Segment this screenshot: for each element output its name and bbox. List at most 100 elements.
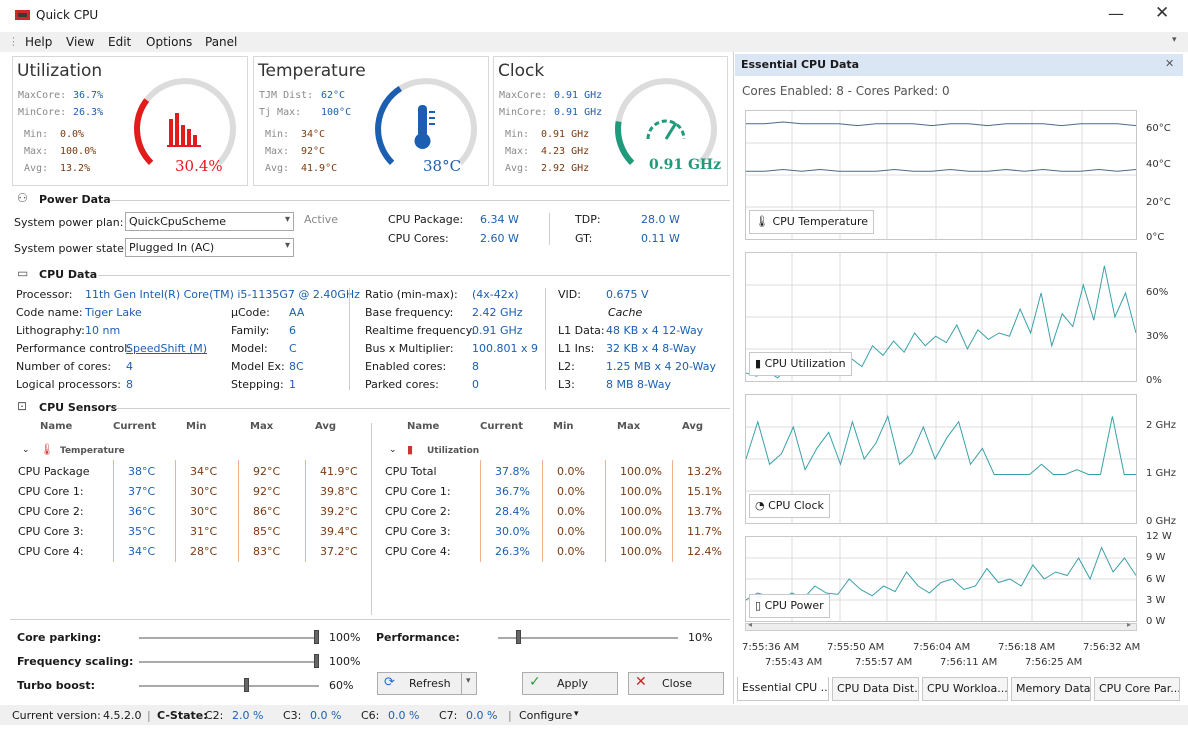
- column-header[interactable]: Min: [186, 421, 207, 432]
- chevron-down-icon[interactable]: ▾: [574, 709, 579, 719]
- utilization-title: Utilization: [17, 61, 103, 81]
- column-header[interactable]: Avg: [315, 421, 336, 432]
- sensor-name: CPU Core 2:: [18, 505, 84, 518]
- base-frequency-label: Base frequency:: [365, 306, 454, 319]
- column-separator: [542, 460, 543, 562]
- tdp-label: TDP:: [575, 213, 601, 226]
- column-header[interactable]: Current: [113, 421, 156, 432]
- frequency-scaling-slider[interactable]: [139, 661, 319, 663]
- menu-view[interactable]: View: [66, 35, 94, 49]
- group-label: Temperature: [60, 446, 125, 456]
- ucode-value: AA: [289, 306, 305, 319]
- column-separator: [605, 460, 606, 562]
- menu-options[interactable]: Options: [146, 35, 192, 49]
- column-header[interactable]: Avg: [682, 421, 703, 432]
- column-header[interactable]: Current: [480, 421, 523, 432]
- model-ex-label: Model Ex:: [231, 360, 285, 373]
- divider: [10, 619, 730, 620]
- panel-tab[interactable]: Essential CPU ...: [737, 677, 829, 701]
- sensor-value: 100.0%: [620, 525, 662, 538]
- menu-help[interactable]: Help: [25, 35, 52, 49]
- column-header[interactable]: Min: [553, 421, 574, 432]
- panel-tab[interactable]: CPU Workloa...: [922, 677, 1008, 701]
- core-parking-slider[interactable]: [139, 637, 319, 639]
- turbo-boost-slider[interactable]: [139, 685, 319, 687]
- column-separator: [480, 460, 481, 562]
- axis-tick-label: 0%: [1146, 375, 1162, 386]
- mincore-value: 26.3%: [73, 107, 104, 118]
- clock-graph-title: CPU Clock: [768, 499, 824, 512]
- axis-tick-label: 1 GHz: [1146, 468, 1177, 479]
- power-graph-title: CPU Power: [764, 599, 824, 612]
- axis-tick-label: 60°C: [1146, 123, 1171, 134]
- menu-panel[interactable]: Panel: [205, 35, 237, 49]
- turbo-boost-thumb[interactable]: [244, 678, 249, 692]
- column-header[interactable]: Name: [40, 421, 72, 432]
- column-header[interactable]: Max: [617, 421, 640, 432]
- scroll-left-icon[interactable]: ◂: [748, 620, 752, 629]
- column-separator: [113, 460, 114, 562]
- close-window-icon[interactable]: ✕: [1155, 3, 1169, 23]
- min-label: Min:: [265, 129, 290, 140]
- column-separator: [238, 460, 239, 562]
- realtime-frequency-value: 0.91 GHz: [472, 324, 523, 337]
- model-ex-value: 8C: [289, 360, 304, 373]
- performance-thumb[interactable]: [515, 630, 521, 644]
- performance-control-label: Performance control:: [16, 342, 132, 355]
- close-button[interactable]: ✕ Close: [628, 672, 724, 695]
- panel-tab[interactable]: CPU Core Par...: [1094, 677, 1180, 701]
- power-plan-select[interactable]: QuickCpuScheme: [125, 212, 294, 231]
- utilization-graph: ▮ CPU Utilization: [745, 252, 1137, 382]
- ratio-label: Ratio (min-max):: [365, 288, 458, 301]
- min-label: Min:: [505, 129, 530, 140]
- column-header[interactable]: Name: [407, 421, 439, 432]
- scroll-right-icon[interactable]: ▸: [1127, 620, 1131, 629]
- refresh-button[interactable]: ⟳ Refresh ▾: [377, 672, 477, 695]
- version-label: Current version:: [12, 709, 101, 722]
- panel-splitter[interactable]: [733, 52, 734, 704]
- performance-slider[interactable]: [498, 637, 678, 639]
- tjm-value: 62°C: [321, 90, 346, 101]
- bar-chart-icon: ▮: [755, 357, 762, 370]
- sensor-value: 92°C: [253, 485, 281, 498]
- enabled-cores-value: 8: [472, 360, 479, 373]
- max-label: Max:: [265, 146, 290, 157]
- enabled-cores-label: Enabled cores:: [365, 360, 447, 373]
- sensor-name: CPU Core 2:: [385, 505, 451, 518]
- core-parking-value: 100%: [329, 631, 361, 644]
- axis-tick-label: 0 GHz: [1146, 516, 1177, 527]
- sensor-value: 0.0%: [557, 465, 585, 478]
- cpu-package-label: CPU Package:: [388, 213, 464, 226]
- power-graph-label: ▯ CPU Power: [749, 594, 830, 618]
- group-toggle[interactable]: ⌄: [22, 445, 30, 455]
- menu-edit[interactable]: Edit: [108, 35, 131, 49]
- bar-chart-icon: [167, 113, 201, 147]
- clock-card: Clock MaxCore: 0.91 GHz MinCore: 0.91 GH…: [493, 56, 728, 186]
- menu-overflow-icon[interactable]: ▾: [1172, 35, 1177, 45]
- configure-menu[interactable]: Configure: [519, 709, 572, 722]
- group-toggle[interactable]: ⌄: [389, 445, 397, 455]
- panel-close-icon[interactable]: ✕: [1165, 57, 1174, 70]
- graph-scrollbar[interactable]: ◂ ▸: [745, 620, 1137, 631]
- sensor-value: 0.0%: [557, 485, 585, 498]
- chevron-down-icon[interactable]: ▾: [466, 676, 471, 686]
- bus-multiplier-label: Bus x Multiplier:: [365, 342, 454, 355]
- apply-button[interactable]: ✓ Apply: [522, 672, 618, 695]
- minimize-icon[interactable]: —: [1108, 4, 1124, 23]
- panel-tab[interactable]: Memory Data: [1011, 677, 1091, 701]
- core-parking-thumb[interactable]: [314, 630, 319, 644]
- max-label: Max:: [505, 146, 530, 157]
- power-state-select[interactable]: Plugged In (AC): [125, 238, 294, 257]
- tdp-value: 28.0 W: [641, 213, 680, 226]
- l3-value: 8 MB 8-Way: [606, 378, 671, 391]
- column-header[interactable]: Max: [250, 421, 273, 432]
- cores-status: Cores Enabled: 8 - Cores Parked: 0: [742, 84, 950, 98]
- family-label: Family:: [231, 324, 270, 337]
- sensor-name: CPU Core 4:: [385, 545, 451, 558]
- panel-header: Essential CPU Data ✕: [735, 54, 1183, 76]
- frequency-scaling-thumb[interactable]: [314, 654, 319, 668]
- temperature-graph-label: 🌡 CPU Temperature: [749, 210, 875, 234]
- performance-control-link[interactable]: SpeedShift (M): [126, 342, 207, 355]
- utilization-graph-title: CPU Utilization: [764, 357, 846, 370]
- panel-tab[interactable]: CPU Data Dist...: [832, 677, 919, 701]
